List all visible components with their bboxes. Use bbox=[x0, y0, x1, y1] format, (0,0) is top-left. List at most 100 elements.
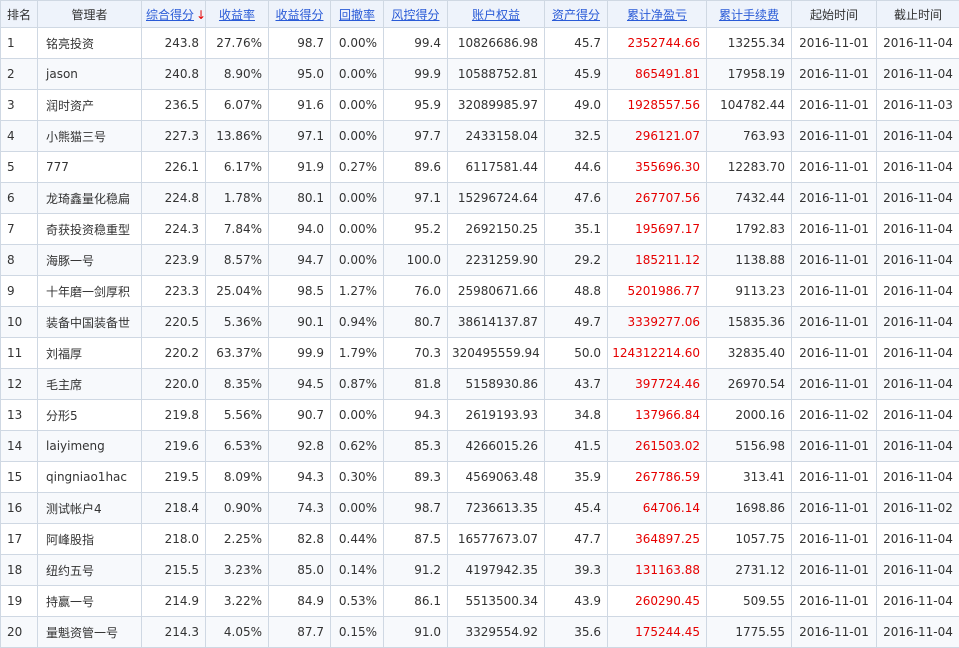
cell-start-time: 2016-11-01 bbox=[792, 183, 877, 214]
column-header-return-rate[interactable]: 收益率 bbox=[206, 1, 269, 28]
cell-cumulative-fees: 1138.88 bbox=[707, 245, 792, 276]
cell-drawdown-rate: 0.62% bbox=[331, 431, 384, 462]
cell-manager: jason bbox=[38, 59, 142, 90]
cell-risk-score: 80.7 bbox=[384, 307, 448, 338]
cell-return-rate: 8.09% bbox=[206, 462, 269, 493]
cell-drawdown-rate: 0.00% bbox=[331, 90, 384, 121]
cell-end-time: 2016-11-04 bbox=[877, 307, 959, 338]
column-header-label: 收益率 bbox=[219, 8, 255, 22]
column-header-return-score[interactable]: 收益得分 bbox=[269, 1, 331, 28]
cell-cumulative-fees: 5156.98 bbox=[707, 431, 792, 462]
table-row: 15qingniao1hac219.58.09%94.30.30%89.3456… bbox=[1, 462, 959, 493]
cell-account-equity: 320495559.94 bbox=[448, 338, 545, 369]
table-row: 3润时资产236.56.07%91.60.00%95.932089985.974… bbox=[1, 90, 959, 121]
cell-composite-score: 243.8 bbox=[142, 28, 206, 59]
cell-cumulative-fees: 1792.83 bbox=[707, 214, 792, 245]
cell-drawdown-rate: 0.94% bbox=[331, 307, 384, 338]
cell-manager: laiyimeng bbox=[38, 431, 142, 462]
cell-cumulative-fees: 26970.54 bbox=[707, 369, 792, 400]
cell-cumulative-pnl: 137966.84 bbox=[608, 400, 707, 431]
cell-composite-score: 220.5 bbox=[142, 307, 206, 338]
cell-drawdown-rate: 0.00% bbox=[331, 400, 384, 431]
cell-return-score: 95.0 bbox=[269, 59, 331, 90]
cell-account-equity: 10588752.81 bbox=[448, 59, 545, 90]
table-row: 2jason240.88.90%95.00.00%99.910588752.81… bbox=[1, 59, 959, 90]
cell-return-score: 91.6 bbox=[269, 90, 331, 121]
cell-end-time: 2016-11-04 bbox=[877, 400, 959, 431]
cell-composite-score: 214.9 bbox=[142, 586, 206, 617]
cell-manager: 铭亮投资 bbox=[38, 28, 142, 59]
cell-cumulative-fees: 13255.34 bbox=[707, 28, 792, 59]
column-header-composite-score[interactable]: 综合得分↓ bbox=[142, 1, 206, 28]
cell-account-equity: 2433158.04 bbox=[448, 121, 545, 152]
column-header-label: 账户权益 bbox=[472, 8, 520, 22]
cell-rank: 1 bbox=[1, 28, 38, 59]
column-header-risk-score[interactable]: 风控得分 bbox=[384, 1, 448, 28]
cell-manager: 测试帐户4 bbox=[38, 493, 142, 524]
cell-manager: 龙琦鑫量化稳扁 bbox=[38, 183, 142, 214]
cell-rank: 19 bbox=[1, 586, 38, 617]
cell-composite-score: 219.5 bbox=[142, 462, 206, 493]
cell-drawdown-rate: 0.00% bbox=[331, 183, 384, 214]
column-header-account-equity[interactable]: 账户权益 bbox=[448, 1, 545, 28]
column-header-asset-score[interactable]: 资产得分 bbox=[545, 1, 608, 28]
cell-drawdown-rate: 0.44% bbox=[331, 524, 384, 555]
cell-return-score: 90.1 bbox=[269, 307, 331, 338]
cell-manager: 纽约五号 bbox=[38, 555, 142, 586]
table-row: 17阿峰股指218.02.25%82.80.44%87.516577673.07… bbox=[1, 524, 959, 555]
cell-cumulative-fees: 1775.55 bbox=[707, 617, 792, 648]
table-row: 18纽约五号215.53.23%85.00.14%91.24197942.353… bbox=[1, 555, 959, 586]
cell-account-equity: 7236613.35 bbox=[448, 493, 545, 524]
cell-manager: 毛主席 bbox=[38, 369, 142, 400]
cell-start-time: 2016-11-01 bbox=[792, 617, 877, 648]
cell-end-time: 2016-11-02 bbox=[877, 493, 959, 524]
cell-manager: 量魁资管一号 bbox=[38, 617, 142, 648]
cell-cumulative-fees: 763.93 bbox=[707, 121, 792, 152]
cell-drawdown-rate: 0.27% bbox=[331, 152, 384, 183]
cell-return-rate: 5.36% bbox=[206, 307, 269, 338]
table-row: 10装备中国装备世220.55.36%90.10.94%80.738614137… bbox=[1, 307, 959, 338]
cell-account-equity: 25980671.66 bbox=[448, 276, 545, 307]
cell-risk-score: 70.3 bbox=[384, 338, 448, 369]
column-header-label: 累计净盈亏 bbox=[627, 8, 687, 22]
cell-cumulative-fees: 2000.16 bbox=[707, 400, 792, 431]
cell-cumulative-fees: 509.55 bbox=[707, 586, 792, 617]
cell-end-time: 2016-11-04 bbox=[877, 183, 959, 214]
cell-cumulative-pnl: 2352744.66 bbox=[608, 28, 707, 59]
column-header-cumulative-pnl[interactable]: 累计净盈亏 bbox=[608, 1, 707, 28]
cell-rank: 13 bbox=[1, 400, 38, 431]
table-row: 8海豚一号223.98.57%94.70.00%100.02231259.902… bbox=[1, 245, 959, 276]
cell-cumulative-pnl: 185211.12 bbox=[608, 245, 707, 276]
cell-return-rate: 27.76% bbox=[206, 28, 269, 59]
table-row: 16测试帐户4218.40.90%74.30.00%98.77236613.35… bbox=[1, 493, 959, 524]
cell-account-equity: 32089985.97 bbox=[448, 90, 545, 121]
cell-asset-score: 47.7 bbox=[545, 524, 608, 555]
cell-drawdown-rate: 0.87% bbox=[331, 369, 384, 400]
cell-start-time: 2016-11-01 bbox=[792, 307, 877, 338]
cell-return-score: 80.1 bbox=[269, 183, 331, 214]
cell-rank: 9 bbox=[1, 276, 38, 307]
sort-desc-icon: ↓ bbox=[196, 8, 205, 22]
cell-manager: 刘福厚 bbox=[38, 338, 142, 369]
cell-composite-score: 219.6 bbox=[142, 431, 206, 462]
cell-return-score: 74.3 bbox=[269, 493, 331, 524]
cell-drawdown-rate: 0.15% bbox=[331, 617, 384, 648]
cell-cumulative-fees: 104782.44 bbox=[707, 90, 792, 121]
cell-start-time: 2016-11-01 bbox=[792, 586, 877, 617]
table-row: 1铭亮投资243.827.76%98.70.00%99.410826686.98… bbox=[1, 28, 959, 59]
cell-manager: 润时资产 bbox=[38, 90, 142, 121]
cell-rank: 14 bbox=[1, 431, 38, 462]
cell-cumulative-pnl: 267707.56 bbox=[608, 183, 707, 214]
cell-cumulative-fees: 2731.12 bbox=[707, 555, 792, 586]
column-header-drawdown-rate[interactable]: 回撤率 bbox=[331, 1, 384, 28]
cell-return-score: 92.8 bbox=[269, 431, 331, 462]
cell-manager: 小熊猫三号 bbox=[38, 121, 142, 152]
cell-cumulative-pnl: 5201986.77 bbox=[608, 276, 707, 307]
cell-rank: 7 bbox=[1, 214, 38, 245]
cell-return-rate: 8.90% bbox=[206, 59, 269, 90]
cell-cumulative-fees: 7432.44 bbox=[707, 183, 792, 214]
cell-cumulative-pnl: 64706.14 bbox=[608, 493, 707, 524]
column-header-cumulative-fees[interactable]: 累计手续费 bbox=[707, 1, 792, 28]
cell-end-time: 2016-11-04 bbox=[877, 338, 959, 369]
table-row: 7奇获投资稳重型224.37.84%94.00.00%95.22692150.2… bbox=[1, 214, 959, 245]
